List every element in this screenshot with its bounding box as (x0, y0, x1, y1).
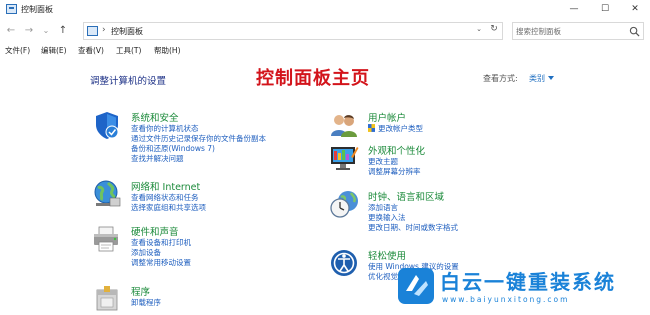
shield-icon[interactable] (92, 110, 122, 140)
watermark-logo-icon (398, 268, 434, 304)
link-add-language[interactable]: 添加语言 (368, 203, 458, 213)
link-file-history[interactable]: 通过文件历史记录保存你的文件备份副本 (131, 134, 266, 144)
navigation-bar: ← → ⌄ ↑ › 控制面板 ⌄ ↻ (0, 20, 650, 42)
category-title[interactable]: 程序 (131, 284, 150, 298)
link-add-device[interactable]: 添加设备 (131, 248, 191, 258)
search-box[interactable] (512, 22, 644, 40)
ease-of-access-icon[interactable] (329, 248, 359, 278)
control-panel-icon (6, 4, 17, 14)
menu-bar: 文件(F) 编辑(E) 查看(V) 工具(T) 帮助(H) (0, 44, 650, 58)
recent-locations-button[interactable]: ⌄ (39, 24, 53, 38)
link-backup-restore[interactable]: 备份和还原(Windows 7) (131, 144, 266, 154)
watermark-url: www.baiyunxitong.com (442, 295, 570, 304)
address-bar[interactable]: › 控制面板 (83, 22, 503, 40)
menu-help[interactable]: 帮助(H) (154, 45, 181, 56)
link-uninstall-program[interactable]: 卸载程序 (131, 298, 161, 308)
uac-shield-icon (368, 124, 375, 132)
search-input[interactable] (516, 25, 626, 37)
link-screen-resolution[interactable]: 调整屏幕分辨率 (368, 167, 421, 177)
control-panel-icon (87, 26, 98, 36)
watermark-text: 白云一键重装系统 (440, 270, 616, 294)
category-title[interactable]: 时钟、语言和区域 (368, 189, 444, 203)
link-homegroup[interactable]: 选择家庭组和共享选项 (131, 203, 206, 213)
menu-view[interactable]: 查看(V) (78, 45, 104, 56)
category-title[interactable]: 轻松使用 (368, 248, 406, 262)
close-button[interactable]: ✕ (620, 0, 650, 18)
clock-globe-icon[interactable] (329, 189, 359, 219)
breadcrumb-separator: › (102, 25, 106, 35)
link-view-computer-status[interactable]: 查看你的计算机状态 (131, 124, 266, 134)
link-mobility-settings[interactable]: 调整常用移动设置 (131, 258, 191, 268)
category-title[interactable]: 网络和 Internet (131, 179, 200, 193)
link-change-input-method[interactable]: 更换输入法 (368, 213, 458, 223)
page-title-overlay: 控制面板主页 (256, 68, 370, 89)
page-heading: 调整计算机的设置 (90, 76, 167, 87)
link-label: 更改帐户类型 (378, 124, 423, 133)
chevron-down-icon[interactable] (548, 76, 554, 80)
menu-file[interactable]: 文件(F) (5, 45, 30, 56)
monitor-icon[interactable] (329, 143, 359, 173)
watermark: 白云一键重装系统 www.baiyunxitong.com (395, 266, 650, 315)
programs-icon[interactable] (92, 284, 122, 314)
back-button[interactable]: ← (4, 24, 18, 38)
category-title[interactable]: 外观和个性化 (368, 143, 425, 157)
link-change-theme[interactable]: 更改主题 (368, 157, 421, 167)
menu-tools[interactable]: 工具(T) (116, 45, 141, 56)
users-icon[interactable] (329, 110, 359, 140)
printer-icon[interactable] (92, 224, 122, 254)
link-network-status[interactable]: 查看网络状态和任务 (131, 193, 206, 203)
link-change-date-time-format[interactable]: 更改日期、时间或数字格式 (368, 223, 458, 233)
breadcrumb-control-panel[interactable]: 控制面板 (111, 26, 143, 37)
search-icon[interactable] (629, 26, 640, 37)
minimize-button[interactable]: — (559, 0, 589, 18)
view-by-label: 查看方式: (483, 74, 518, 83)
menu-edit[interactable]: 编辑(E) (41, 45, 67, 56)
refresh-button[interactable]: ↻ (487, 22, 501, 36)
category-title[interactable]: 硬件和声音 (131, 224, 179, 238)
link-devices-printers[interactable]: 查看设备和打印机 (131, 238, 191, 248)
maximize-button[interactable]: ☐ (590, 0, 620, 18)
view-by-dropdown[interactable]: 类别 (529, 73, 545, 84)
globe-network-icon[interactable] (92, 179, 122, 209)
title-bar: 控制面板 — ☐ ✕ (0, 0, 650, 18)
link-troubleshoot[interactable]: 查找并解决问题 (131, 154, 266, 164)
up-button[interactable]: ↑ (56, 24, 70, 38)
forward-button[interactable]: → (22, 24, 36, 38)
link-change-account-type[interactable]: 更改帐户类型 (368, 124, 423, 134)
category-title[interactable]: 系统和安全 (131, 110, 179, 124)
window-title: 控制面板 (21, 5, 53, 14)
category-title[interactable]: 用户帐户 (368, 110, 406, 124)
address-dropdown-button[interactable]: ⌄ (474, 23, 484, 35)
